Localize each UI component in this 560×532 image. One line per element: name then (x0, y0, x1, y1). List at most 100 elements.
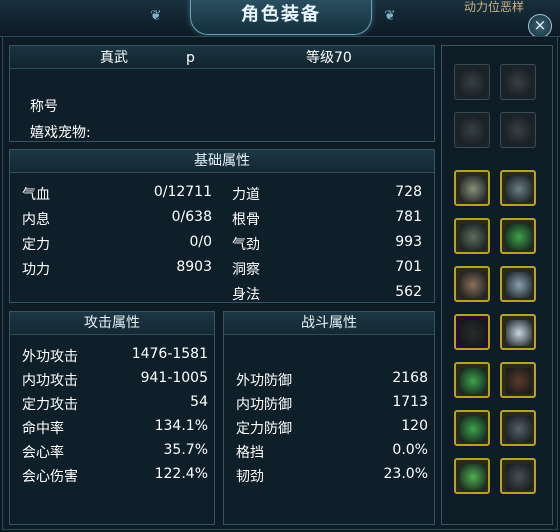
stat-value: 23.0% (383, 466, 428, 482)
basic-stat-row: 身法 562 (232, 284, 422, 304)
stat-label: 定力防御 (236, 421, 292, 437)
equipment-slot[interactable] (454, 112, 490, 148)
equipment-slot[interactable] (454, 218, 490, 254)
ring-2-icon (460, 416, 486, 442)
cloak-icon (506, 272, 532, 298)
stat-label: 命中率 (22, 421, 64, 437)
jade-pendant-icon (506, 224, 532, 250)
crossbow-icon (460, 272, 486, 298)
basic-stat-row: 力道 728 (232, 184, 422, 204)
attack-stat-row: 会心率 35.7% (22, 442, 208, 462)
bracelet-icon (460, 464, 486, 490)
blade-icon (460, 224, 486, 250)
equipment-slot[interactable] (500, 218, 536, 254)
stat-value: 54 (190, 394, 208, 410)
empty-armor-icon (459, 69, 485, 95)
stat-value: 134.1% (154, 418, 208, 434)
stat-label: 内息 (22, 212, 50, 228)
sword-icon (460, 176, 486, 202)
title-label: 称号 (30, 99, 58, 115)
window-title: 角色装备 (190, 0, 372, 35)
boots-icon (506, 464, 532, 490)
attack-attributes-title: 攻击属性 (10, 312, 214, 335)
equipment-slot[interactable] (500, 170, 536, 206)
stat-value: 781 (395, 209, 422, 225)
stat-label: 洞察 (232, 262, 260, 278)
stat-label: 内功防御 (236, 397, 292, 413)
basic-stat-row: 定力 0/0 (22, 234, 212, 254)
empty-hidden-weapon-icon (505, 69, 531, 95)
stat-label: 会心率 (22, 445, 64, 461)
equipment-slot[interactable] (454, 410, 490, 446)
basic-stat-row: 气血 0/12711 (22, 184, 212, 204)
stat-label: 会心伤害 (22, 469, 78, 485)
battle-stat-row: 定力防御 120 (236, 418, 428, 438)
equipment-slot[interactable] (500, 362, 536, 398)
equipment-slot[interactable] (454, 458, 490, 494)
close-icon[interactable]: × (528, 14, 552, 38)
basic-stat-row: 洞察 701 (232, 259, 422, 279)
background-window-text: 动力位恶样 (463, 0, 524, 14)
basic-stat-row: 内息 0/638 (22, 209, 212, 229)
stat-value: 35.7% (163, 442, 208, 458)
equipment-slot[interactable] (500, 314, 536, 350)
stat-value: 562 (395, 284, 422, 300)
stat-label: 根骨 (232, 212, 260, 228)
battle-stat-row: 韧劲 23.0% (236, 466, 428, 486)
character-level: 等级70 (306, 50, 352, 66)
equipment-slot[interactable] (500, 64, 536, 100)
horse-icon (460, 320, 486, 346)
basic-stat-row: 功力 8903 (22, 259, 212, 279)
stat-value: 941-1005 (140, 370, 208, 386)
stat-value: 1713 (392, 394, 428, 410)
bracer-icon (506, 368, 532, 394)
equipment-slot[interactable] (454, 362, 490, 398)
attack-stat-row: 会心伤害 122.4% (22, 466, 208, 486)
equipment-slot[interactable] (454, 266, 490, 302)
basic-stat-row: 气劲 993 (232, 234, 422, 254)
equipment-slots-panel (441, 45, 553, 525)
basic-attributes-panel: 基础属性 气血 0/12711 内息 0/638 定力 0/0 功力 8903 力道 728 根骨… (9, 149, 435, 303)
stat-label: 格挡 (236, 445, 264, 461)
battle-stat-row: 内功防御 1713 (236, 394, 428, 414)
empty-glove-icon (505, 117, 531, 143)
equipment-slot[interactable] (500, 410, 536, 446)
equipment-slot[interactable] (454, 314, 490, 350)
stat-value: 0/12711 (153, 184, 212, 200)
stat-label: 气劲 (232, 237, 260, 253)
empty-mask-icon (459, 117, 485, 143)
window-header: 动力位恶样 ❦ 角色装备 ❦ × (0, 0, 560, 38)
attack-stat-row: 定力攻击 54 (22, 394, 208, 414)
stat-value: 0/638 (171, 209, 212, 225)
stat-value: 0/0 (189, 234, 212, 250)
armor-suit-icon (506, 176, 532, 202)
stat-value: 701 (395, 259, 422, 275)
stat-value: 728 (395, 184, 422, 200)
equipment-slot[interactable] (454, 170, 490, 206)
equipment-window: 真武 p 等级70 称号 嬉戏宠物: 基础属性 气血 0/12711 内息 0/638… (2, 36, 558, 530)
character-header (10, 46, 434, 69)
battle-attributes-panel: 战斗属性 外功防御 2168 内功防御 1713 定力防御 120 格挡 0.0% 韧劲 23.0… (223, 311, 435, 525)
stat-label: 定力 (22, 237, 50, 253)
stat-label: 力道 (232, 187, 260, 203)
stat-label: 外功防御 (236, 373, 292, 389)
character-tag: p (186, 50, 195, 66)
stat-label: 气血 (22, 187, 50, 203)
stat-value: 8903 (176, 259, 212, 275)
stat-value: 120 (401, 418, 428, 434)
battle-attributes-title: 战斗属性 (224, 312, 434, 335)
stat-value: 0.0% (392, 442, 428, 458)
stat-value: 2168 (392, 370, 428, 386)
stat-label: 身法 (232, 287, 260, 303)
equipment-slot[interactable] (500, 458, 536, 494)
equipment-slot[interactable] (500, 266, 536, 302)
attack-stat-row: 命中率 134.1% (22, 418, 208, 438)
stat-value: 1476-1581 (131, 346, 208, 362)
equipment-slot[interactable] (500, 112, 536, 148)
ring-icon (460, 368, 486, 394)
attack-stat-row: 内功攻击 941-1005 (22, 370, 208, 390)
equipment-slot[interactable] (454, 64, 490, 100)
basic-stat-row: 根骨 781 (232, 209, 422, 229)
stat-label: 外功攻击 (22, 349, 78, 365)
ornament-left-icon: ❦ (150, 8, 162, 24)
